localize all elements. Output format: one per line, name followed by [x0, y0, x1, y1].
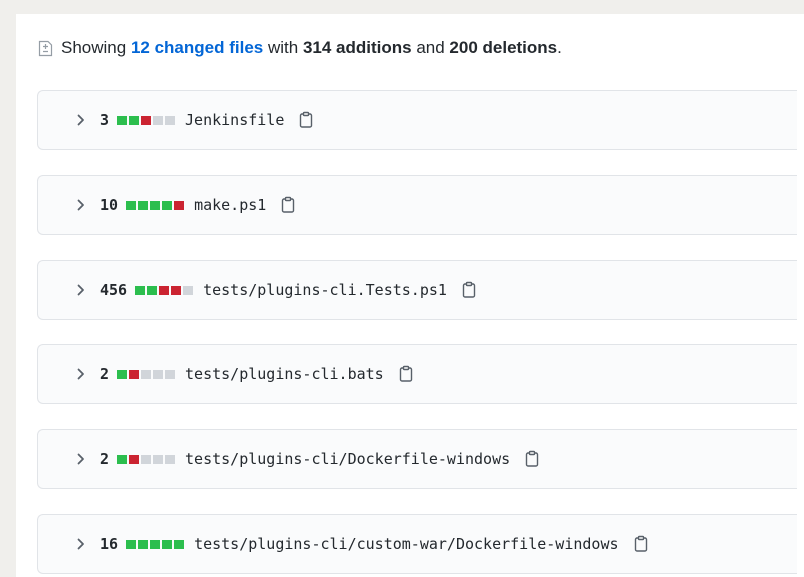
change-count: 3	[100, 111, 110, 129]
diffstat-block-add	[138, 539, 149, 549]
diffstat-block-del	[129, 369, 140, 379]
file-name[interactable]: Jenkinsfile	[185, 111, 284, 129]
diffstat-block-del	[174, 200, 185, 210]
diffstat-block-add	[174, 539, 185, 549]
deletions-count: 200 deletions	[449, 38, 558, 57]
diffstat-block-neutral	[141, 369, 152, 379]
diffstat-block-add	[126, 200, 137, 210]
file-row[interactable]: 16 tests/plugins-cli/custom-war/Dockerfi…	[37, 514, 797, 574]
file-row[interactable]: 2 tests/plugins-cli.bats	[37, 344, 797, 404]
copy-clipboard-icon[interactable]	[633, 535, 649, 553]
copy-clipboard-icon[interactable]	[461, 281, 477, 299]
diff-icon	[38, 40, 53, 57]
diffstat-bar	[117, 115, 176, 125]
diffstat-block-del	[159, 285, 170, 295]
file-row[interactable]: 10 make.ps1	[37, 175, 797, 235]
change-count: 456	[100, 281, 128, 299]
diffstat-block-neutral	[183, 285, 194, 295]
diffstat-block-add	[126, 539, 137, 549]
chevron-right-icon[interactable]	[74, 198, 88, 212]
file-name[interactable]: tests/plugins-cli/custom-war/Dockerfile-…	[194, 535, 618, 553]
chevron-right-icon[interactable]	[74, 452, 88, 466]
diffstat-bar	[117, 369, 176, 379]
chevron-right-icon[interactable]	[74, 537, 88, 551]
diffstat-bar	[126, 200, 185, 210]
file-name[interactable]: make.ps1	[194, 196, 266, 214]
change-count: 2	[100, 450, 110, 468]
changed-files-link[interactable]: 12 changed files	[131, 36, 263, 60]
chevron-right-icon[interactable]	[74, 367, 88, 381]
diffstat-block-add	[117, 115, 128, 125]
file-name[interactable]: tests/plugins-cli.bats	[185, 365, 384, 383]
summary-with: with	[267, 38, 299, 57]
chevron-right-icon[interactable]	[74, 113, 88, 127]
file-name[interactable]: tests/plugins-cli.Tests.ps1	[203, 281, 447, 299]
copy-clipboard-icon[interactable]	[280, 196, 296, 214]
diffstat-block-del	[171, 285, 182, 295]
diffstat-block-neutral	[153, 454, 164, 464]
diffstat-block-neutral	[141, 454, 152, 464]
file-row[interactable]: 3 Jenkinsfile	[37, 90, 797, 150]
file-row[interactable]: 2 tests/plugins-cli/Dockerfile-windows	[37, 429, 797, 489]
diffstat-block-add	[138, 200, 149, 210]
diffstat-block-add	[162, 539, 173, 549]
diffstat-block-neutral	[153, 369, 164, 379]
summary-period: .	[557, 38, 562, 57]
diffstat-block-add	[129, 115, 140, 125]
copy-clipboard-icon[interactable]	[524, 450, 540, 468]
file-row[interactable]: 456 tests/plugins-cli.Tests.ps1	[37, 260, 797, 320]
diffstat-block-add	[117, 454, 128, 464]
copy-clipboard-icon[interactable]	[298, 111, 314, 129]
diff-summary: Showing 12 changed files with 314 additi…	[38, 36, 562, 60]
change-count: 10	[100, 196, 119, 214]
diffstat-block-del	[129, 454, 140, 464]
diffstat-block-neutral	[165, 369, 176, 379]
diffstat-block-add	[150, 200, 161, 210]
diffstat-block-del	[141, 115, 152, 125]
change-count: 16	[100, 535, 119, 553]
diffstat-block-add	[135, 285, 146, 295]
summary-prefix: Showing	[61, 38, 127, 57]
diffstat-block-add	[162, 200, 173, 210]
additions-count: 314 additions	[302, 38, 412, 57]
diffstat-bar	[126, 539, 185, 549]
diffstat-block-add	[117, 369, 128, 379]
diffstat-block-neutral	[165, 454, 176, 464]
summary-and: and	[416, 38, 445, 57]
diffstat-bar	[135, 285, 194, 295]
diffstat-bar	[117, 454, 176, 464]
diffstat-block-neutral	[153, 115, 164, 125]
file-name[interactable]: tests/plugins-cli/Dockerfile-windows	[185, 450, 510, 468]
copy-clipboard-icon[interactable]	[398, 365, 414, 383]
chevron-right-icon[interactable]	[74, 283, 88, 297]
change-count: 2	[100, 365, 110, 383]
diffstat-block-neutral	[165, 115, 176, 125]
diffstat-block-add	[150, 539, 161, 549]
diffstat-block-add	[147, 285, 158, 295]
